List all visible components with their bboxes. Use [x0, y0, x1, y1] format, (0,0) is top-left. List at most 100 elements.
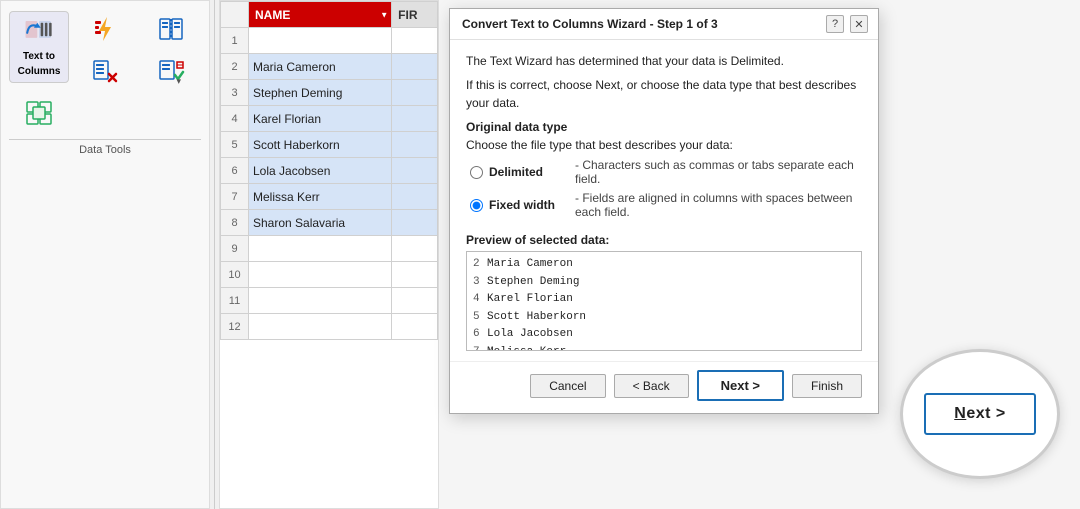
table-row[interactable]: 5 Scott Haberkorn	[221, 132, 438, 158]
circle-highlight: Next >	[900, 349, 1060, 479]
name-cell[interactable]: Karel Florian	[249, 106, 392, 132]
row-num: 7	[221, 184, 249, 210]
fir-cell[interactable]	[392, 262, 438, 288]
row-num: 5	[221, 132, 249, 158]
preview-line-num: 5	[473, 309, 487, 327]
spreadsheet-table: NAME ▼ FIR 1 2 Maria Cameron 3 Stephen D…	[220, 1, 438, 340]
table-row[interactable]: 8 Sharon Salavaria	[221, 210, 438, 236]
preview-line-text: Stephen Deming	[487, 274, 579, 292]
preview-line-text: Maria Cameron	[487, 256, 573, 274]
dialog-help-button[interactable]: ?	[826, 15, 844, 33]
preview-line-text: Scott Haberkorn	[487, 309, 586, 327]
name-cell[interactable]: Sharon Salavaria	[249, 210, 392, 236]
split-to-columns-button[interactable]	[153, 11, 189, 47]
name-cell[interactable]: Maria Cameron	[249, 54, 392, 80]
preview-box[interactable]: 2Maria Cameron3Stephen Deming4Karel Flor…	[466, 251, 862, 351]
radio-fixed-width-desc: - Fields are aligned in columns with spa…	[575, 191, 862, 219]
name-cell[interactable]	[249, 314, 392, 340]
preview-line-text: Lola Jacobsen	[487, 326, 573, 344]
col-header-name[interactable]: NAME ▼	[249, 2, 392, 28]
ribbon-section-label: Data Tools	[9, 139, 201, 156]
name-cell[interactable]: Scott Haberkorn	[249, 132, 392, 158]
fir-cell[interactable]	[392, 184, 438, 210]
col-header-fir[interactable]: FIR	[392, 2, 438, 28]
name-cell[interactable]: Lola Jacobsen	[249, 158, 392, 184]
fir-cell[interactable]	[392, 210, 438, 236]
next-button-large[interactable]: Next >	[924, 393, 1035, 435]
data-validation-button[interactable]: ▾	[153, 53, 189, 89]
dialog-info-line1: The Text Wizard has determined that your…	[466, 52, 862, 70]
name-cell[interactable]: Stephen Deming	[249, 80, 392, 106]
dialog-footer: Cancel < Back Next > Finish	[450, 361, 878, 413]
text-to-columns-label2: Columns	[18, 66, 61, 78]
next-rest: ext >	[966, 405, 1005, 422]
row-num: 2	[221, 54, 249, 80]
name-cell[interactable]: Melissa Kerr	[249, 184, 392, 210]
finish-button[interactable]: Finish	[792, 374, 862, 398]
preview-line-text: Melissa Kerr	[487, 344, 566, 351]
row-num: 11	[221, 288, 249, 314]
row-num: 12	[221, 314, 249, 340]
fir-cell[interactable]	[392, 80, 438, 106]
preview-label: Preview of selected data:	[466, 233, 862, 247]
table-row[interactable]: 3 Stephen Deming	[221, 80, 438, 106]
row-num: 1	[221, 28, 249, 54]
fir-cell[interactable]	[392, 158, 438, 184]
name-cell[interactable]	[249, 262, 392, 288]
col-fir-label: FIR	[398, 8, 417, 22]
dialog-close-button[interactable]: ✕	[850, 15, 868, 33]
row-num: 4	[221, 106, 249, 132]
next-highlight-wrapper: Next >	[900, 349, 1060, 479]
fir-cell[interactable]	[392, 236, 438, 262]
corner-cell	[221, 2, 249, 28]
dialog-title: Convert Text to Columns Wizard - Step 1 …	[462, 17, 718, 31]
table-row[interactable]: 6 Lola Jacobsen	[221, 158, 438, 184]
table-row[interactable]: 10	[221, 262, 438, 288]
name-cell[interactable]	[249, 236, 392, 262]
fir-cell[interactable]	[392, 28, 438, 54]
fir-cell[interactable]	[392, 106, 438, 132]
table-row[interactable]: 12	[221, 314, 438, 340]
name-cell[interactable]	[249, 28, 392, 54]
original-data-type-label: Original data type	[466, 120, 862, 134]
preview-line-num: 4	[473, 291, 487, 309]
radio-fixed-width-row[interactable]: Fixed width - Fields are aligned in colu…	[470, 191, 862, 219]
table-row[interactable]: 4 Karel Florian	[221, 106, 438, 132]
preview-line-num: 3	[473, 274, 487, 292]
table-row[interactable]: 11	[221, 288, 438, 314]
preview-line-num: 7	[473, 344, 487, 351]
fir-cell[interactable]	[392, 54, 438, 80]
fir-cell[interactable]	[392, 132, 438, 158]
radio-delimited[interactable]	[470, 166, 483, 179]
table-row[interactable]: 1	[221, 28, 438, 54]
spreadsheet-area: NAME ▼ FIR 1 2 Maria Cameron 3 Stephen D…	[219, 0, 439, 509]
cancel-button[interactable]: Cancel	[530, 374, 605, 398]
dialog-info-line2: If this is correct, choose Next, or choo…	[466, 76, 862, 112]
remove-duplicates-button[interactable]	[87, 53, 123, 89]
text-to-columns-button[interactable]: Text to Columns	[9, 11, 69, 83]
row-num: 8	[221, 210, 249, 236]
table-row[interactable]: 7 Melissa Kerr	[221, 184, 438, 210]
fir-cell[interactable]	[392, 288, 438, 314]
next-button-dialog[interactable]: Next >	[697, 370, 784, 401]
back-button[interactable]: < Back	[614, 374, 689, 398]
ribbon-icons-grid: Text to Columns	[9, 11, 201, 131]
text-to-columns-label: Text to	[23, 51, 55, 63]
table-row[interactable]: 9	[221, 236, 438, 262]
dialog-controls: ? ✕	[826, 15, 868, 33]
preview-line: 5Scott Haberkorn	[473, 309, 855, 327]
preview-line: 4Karel Florian	[473, 291, 855, 309]
flash-fill-button[interactable]	[87, 11, 123, 47]
radio-delimited-row[interactable]: Delimited - Characters such as commas or…	[470, 158, 862, 186]
radio-fixed-width[interactable]	[470, 199, 483, 212]
consolidate-button[interactable]	[21, 95, 57, 131]
name-cell[interactable]	[249, 288, 392, 314]
radio-delimited-desc: - Characters such as commas or tabs sepa…	[575, 158, 862, 186]
row-num: 9	[221, 236, 249, 262]
dialog-titlebar: Convert Text to Columns Wizard - Step 1 …	[450, 9, 878, 40]
fir-cell[interactable]	[392, 314, 438, 340]
preview-line-text: Karel Florian	[487, 291, 573, 309]
table-row[interactable]: 2 Maria Cameron	[221, 54, 438, 80]
col-dropdown-arrow[interactable]: ▼	[380, 10, 388, 19]
preview-line-num: 6	[473, 326, 487, 344]
